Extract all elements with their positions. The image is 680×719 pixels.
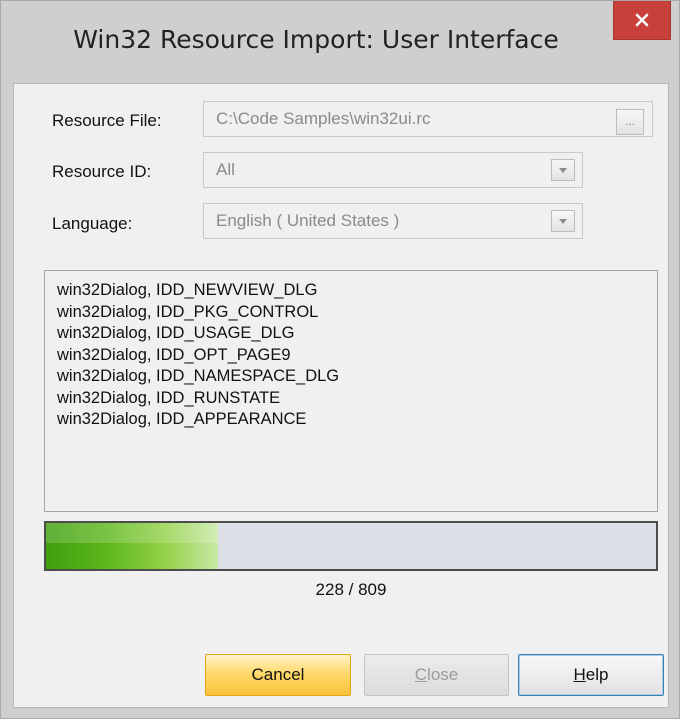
list-item[interactable]: win32Dialog, IDD_APPEARANCE bbox=[57, 409, 657, 431]
cancel-button-label: Cancel bbox=[251, 665, 305, 684]
resource-id-dropdown[interactable]: All bbox=[203, 152, 583, 188]
language-dropdown-button[interactable] bbox=[551, 210, 575, 232]
progress-bar bbox=[44, 521, 658, 571]
resource-id-value: All bbox=[216, 160, 235, 179]
help-mnemonic: H bbox=[573, 665, 586, 684]
help-button[interactable]: Help bbox=[518, 654, 664, 696]
resource-list[interactable]: win32Dialog, IDD_NEWVIEW_DLG win32Dialog… bbox=[44, 270, 658, 512]
resource-file-value: C:\Code Samples\win32ui.rc bbox=[216, 109, 431, 128]
dialog-body: Resource File: C:\Code Samples\win32ui.r… bbox=[13, 83, 669, 708]
list-item[interactable]: win32Dialog, IDD_NAMESPACE_DLG bbox=[57, 366, 657, 388]
ellipsis-icon: ... bbox=[625, 116, 635, 128]
resource-id-label: Resource ID: bbox=[52, 162, 152, 181]
title-bar[interactable]: Win32 Resource Import: User Interface bbox=[1, 1, 679, 83]
resource-file-field[interactable]: C:\Code Samples\win32ui.rc ... bbox=[203, 101, 653, 137]
window-close-button[interactable] bbox=[613, 1, 671, 40]
list-item[interactable]: win32Dialog, IDD_NEWVIEW_DLG bbox=[57, 280, 657, 302]
close-mnemonic: C bbox=[414, 665, 428, 684]
progress-bar-fill bbox=[46, 523, 218, 569]
language-value: English ( United States ) bbox=[216, 211, 400, 230]
browse-button[interactable]: ... bbox=[616, 109, 644, 135]
list-item[interactable]: win32Dialog, IDD_OPT_PAGE9 bbox=[57, 345, 657, 367]
help-button-label: elp bbox=[585, 665, 609, 684]
dropdown-arrow-icon bbox=[559, 167, 567, 173]
close-button[interactable]: Close bbox=[364, 654, 509, 696]
window-title: Win32 Resource Import: User Interface bbox=[73, 25, 559, 54]
close-icon bbox=[635, 13, 649, 27]
list-item[interactable]: win32Dialog, IDD_USAGE_DLG bbox=[57, 323, 657, 345]
dialog-window: Win32 Resource Import: User Interface Re… bbox=[0, 0, 680, 719]
language-dropdown[interactable]: English ( United States ) bbox=[203, 203, 583, 239]
progress-counter: 228 / 809 bbox=[315, 580, 387, 599]
dropdown-arrow-icon bbox=[559, 218, 567, 224]
list-item[interactable]: win32Dialog, IDD_PKG_CONTROL bbox=[57, 302, 657, 324]
resource-id-dropdown-button[interactable] bbox=[551, 159, 575, 181]
list-item[interactable]: win32Dialog, IDD_RUNSTATE bbox=[57, 388, 657, 410]
resource-file-label: Resource File: bbox=[52, 111, 162, 130]
language-label: Language: bbox=[52, 214, 133, 233]
close-button-label: lose bbox=[427, 665, 459, 684]
cancel-button[interactable]: Cancel bbox=[205, 654, 351, 696]
